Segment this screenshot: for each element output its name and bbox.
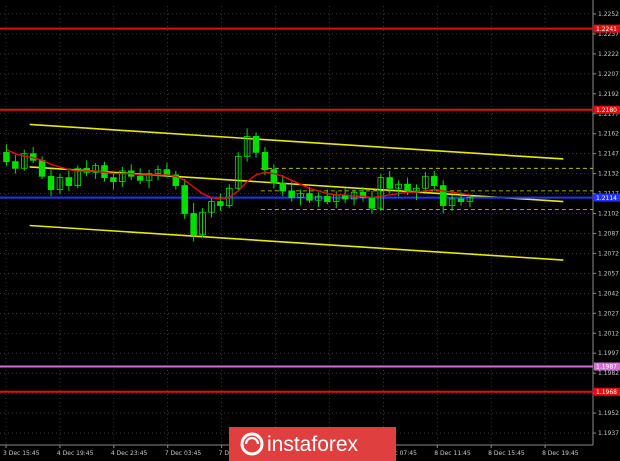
- trend-channel-lines: [29, 123, 564, 261]
- candle-body: [324, 195, 331, 202]
- level-price-label: 1.2241: [596, 26, 617, 33]
- level-price-label: 1.1987: [596, 364, 617, 371]
- candle-body: [252, 135, 260, 153]
- time-tick-label: 4 Dec 19:45: [57, 450, 94, 457]
- candlestick-series: [3, 128, 474, 242]
- candle-body: [279, 182, 287, 192]
- price-tick-label: 1.2252: [598, 11, 619, 18]
- time-tick-label: 3 Dec 15:45: [3, 450, 40, 457]
- trend-line-middle: [29, 166, 564, 203]
- candle-body: [110, 177, 117, 182]
- level-price-label: 1.1968: [596, 389, 617, 396]
- candle-body: [65, 177, 73, 186]
- price-tick-label: 1.1982: [598, 370, 619, 377]
- candle-body: [270, 169, 278, 184]
- chart-grid: [0, 0, 594, 446]
- price-tick-label: 1.2147: [598, 151, 619, 158]
- candle-body: [12, 161, 19, 169]
- time-tick-label: 4 Dec 23:45: [111, 450, 148, 457]
- candle-body: [38, 159, 46, 177]
- price-tick-label: 1.2042: [598, 290, 619, 297]
- price-tick-label: 1.2132: [598, 171, 619, 178]
- candle-body: [190, 213, 197, 236]
- level-price-label: 1.2114: [596, 195, 617, 202]
- price-tick-label: 1.2087: [598, 230, 619, 237]
- price-tick-label: 1.2162: [598, 131, 619, 138]
- candle-body: [457, 198, 465, 202]
- candle-body: [288, 190, 295, 198]
- price-axis[interactable]: 1.22521.22371.22221.22071.21921.21771.21…: [593, 11, 619, 437]
- price-tick-label: 1.1997: [598, 350, 619, 357]
- candle-body: [163, 169, 171, 176]
- candle-body: [217, 201, 224, 206]
- time-tick-label: 8 Dec 15:45: [488, 450, 525, 457]
- price-tick-label: 1.2207: [598, 71, 619, 78]
- time-tick-label: 8 Dec 19:45: [542, 450, 579, 457]
- logo-wordmark: instaforex: [267, 433, 359, 456]
- price-tick-label: 1.2012: [598, 330, 619, 337]
- trend-line-lower: [29, 224, 564, 261]
- price-tick-label: 1.2057: [598, 270, 619, 277]
- candle-body: [368, 197, 376, 209]
- instaforex-logo: instaforex: [229, 427, 396, 461]
- trading-chart[interactable]: 1.2252 1.2237 1.2222 1.2207 1.2192 1.2177 1.21…: [0, 0, 620, 461]
- candle-body: [136, 175, 144, 181]
- candle-body: [439, 185, 447, 206]
- candle-body: [404, 183, 411, 192]
- horizontal-levels: [0, 27, 593, 393]
- candle-body: [47, 175, 55, 190]
- price-tick-label: 1.2027: [598, 310, 619, 317]
- price-tick-label: 1.2192: [598, 91, 619, 98]
- price-tick-label: 1.2102: [598, 211, 619, 218]
- time-tick-label: 7 Dec 03:45: [165, 450, 202, 457]
- level-price-label: 1.2180: [596, 107, 617, 114]
- price-tick-label: 1.1937: [598, 430, 619, 437]
- price-tick-label: 1.1952: [598, 410, 619, 417]
- candle-body: [431, 175, 438, 186]
- candle-body: [386, 177, 393, 189]
- price-tick-label: 1.2072: [598, 250, 619, 257]
- candle-body: [306, 193, 313, 201]
- candle-body: [261, 151, 269, 171]
- time-tick-label: 8 Dec 11:45: [434, 450, 471, 457]
- candle-body: [3, 151, 10, 163]
- price-chart-canvas[interactable]: 1.22521.22371.22221.22071.21921.21771.21…: [0, 0, 620, 461]
- price-tick-label: 1.2222: [598, 51, 619, 58]
- candle-body: [181, 185, 188, 214]
